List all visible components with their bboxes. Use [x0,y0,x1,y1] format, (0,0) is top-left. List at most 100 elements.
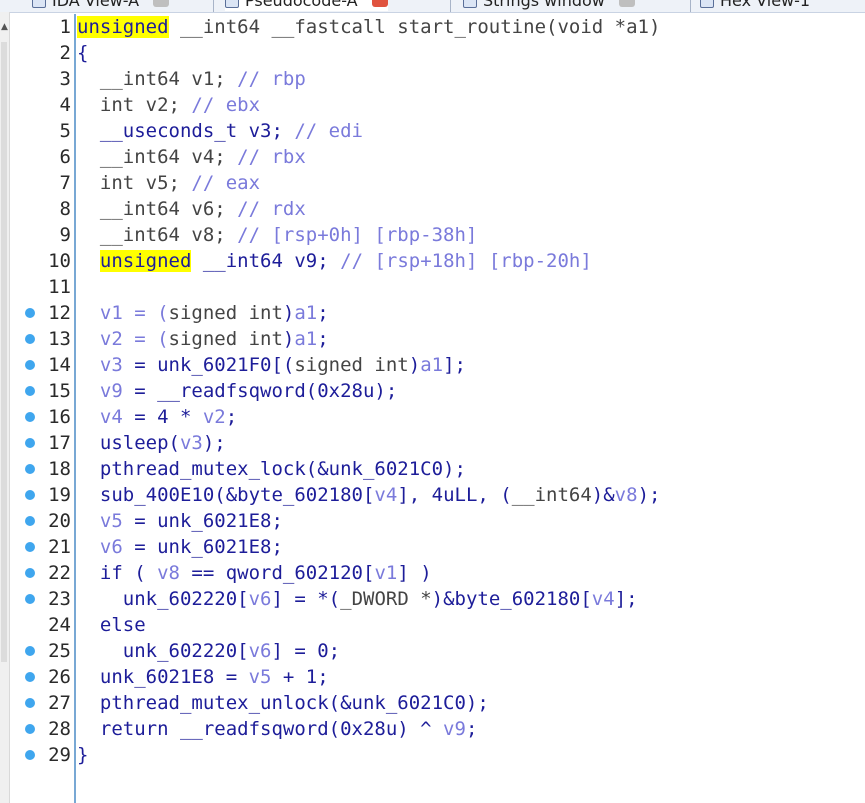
code-token: )&byte_602180[ [431,588,592,610]
code-token: else [77,614,146,636]
code-line[interactable]: 11 [9,274,865,300]
tab-label: Pseudocode-A [245,0,358,10]
line-number: 19 [48,484,71,506]
code-line[interactable]: 4 int v2; // ebx [9,92,865,118]
scroll-thumb[interactable] [1,42,7,662]
line-number: 25 [48,640,71,662]
code-line[interactable]: 27 pthread_mutex_unlock(&unk_6021C0); [9,690,865,716]
tab-ida-view-a[interactable]: IDA View-A [32,0,170,11]
code-text: v9 = __readfsqword(0x28u); [77,378,397,404]
code-line[interactable]: 17 usleep(v3); [9,430,865,456]
code-token: __int64 v6; [77,198,238,220]
tab-separator [450,0,451,12]
line-number: 14 [48,354,71,376]
code-text: pthread_mutex_lock(&unk_6021C0); [77,456,466,482]
line-number: 2 [59,42,71,64]
line-number: 6 [59,146,71,168]
code-line[interactable]: 2{ [9,40,865,66]
tab-label: Strings window [483,0,605,10]
tab-close-icon[interactable] [153,0,170,7]
code-line[interactable]: 28 return __readfsqword(0x28u) ^ v9; [9,716,865,742]
code-token: v9 [443,718,466,740]
code-token: unsigned [99,250,192,272]
code-token: v4 [591,588,615,610]
code-line[interactable]: 26 unk_6021E8 = v5 + 1; [9,664,865,690]
line-number: 1 [59,16,71,38]
code-text: unk_602220[v6] = 0; [77,638,340,664]
code-token: v6 [248,588,272,610]
code-token: v6 [248,640,272,662]
code-token: v1 = ( [77,302,169,324]
code-text: } [77,742,88,768]
code-text: unk_602220[v6] = *(_DWORD *)&byte_602180… [77,586,638,612]
code-token: __int64 v4; [77,146,238,168]
line-number: 7 [59,172,71,194]
code-line[interactable]: 9 __int64 v8; // [rsp+0h] [rbp-38h] [9,222,865,248]
code-text: sub_400E10(&byte_602180[v4], 4uLL, (__in… [77,482,661,508]
code-line[interactable]: 24 else [9,612,865,638]
tab-view-icon [225,0,239,8]
code-text: __int64 v6; // rdx [77,196,306,222]
tab-hex-view-1[interactable]: Hex View-1 [700,0,810,11]
tab-label: Hex View-1 [720,0,811,10]
code-line[interactable]: 1 unsigned __int64 __fastcall start_routi… [9,14,865,40]
code-token: } [77,744,89,766]
code-line[interactable]: 20 v5 = unk_6021E8; [9,508,865,534]
tab-view-icon [463,0,477,8]
code-token: ; [317,302,329,324]
tab-strings-window[interactable]: Strings window [463,0,635,11]
code-token: = __readfsqword(0x28u); [122,380,398,402]
line-number: 23 [48,588,71,610]
code-line[interactable]: 18 pthread_mutex_lock(&unk_6021C0); [9,456,865,482]
tab-close-icon[interactable] [371,0,388,7]
code-token: v2 [202,406,226,428]
code-line[interactable]: 10 unsigned __int64 v9; // [rsp+18h] [rb… [9,248,865,274]
code-token: v8 [614,484,638,506]
code-line[interactable]: 5 __useconds_t v3; // edi [9,118,865,144]
tab-pseudocode-a[interactable]: Pseudocode-A [225,0,388,11]
code-line[interactable]: 8 __int64 v6; // rdx [9,196,865,222]
code-token: // rbp [237,68,306,90]
code-line[interactable]: 3 __int64 v1; // rbp [9,66,865,92]
line-number: 8 [59,198,71,220]
code-token: = 4 * [122,406,203,428]
code-text: __int64 v8; // [rsp+0h] [rbp-38h] [77,222,478,248]
code-text: { [77,40,88,66]
code-text: __int64 v4; // rbx [77,144,306,170]
code-line[interactable]: 23 unk_602220[v6] = *(_DWORD *)&byte_602… [9,586,865,612]
tab-separator [213,0,214,12]
code-line[interactable]: 21 v6 = unk_6021E8; [9,534,865,560]
code-line[interactable]: 14 v3 = unk_6021F0[(signed int)a1]; [9,352,865,378]
line-number: 22 [48,562,71,584]
line-number: 29 [48,744,71,766]
code-line[interactable]: 6 __int64 v4; // rbx [9,144,865,170]
pseudocode-view[interactable]: 1 unsigned __int64 __fastcall start_routi… [9,14,865,803]
code-line[interactable]: 15 v9 = __readfsqword(0x28u); [9,378,865,404]
tab-close-icon[interactable] [618,0,635,7]
code-line[interactable]: 29} [9,742,865,768]
code-text: int v5; // eax [77,170,260,196]
line-number: 24 [48,614,71,636]
code-token: ; [317,328,329,350]
code-token: ; [465,718,478,740]
code-token: sub_400E10(&byte_602180[ [77,484,375,506]
code-token: ) [282,328,295,350]
code-line[interactable]: 16 v4 = 4 * v2; [9,404,865,430]
code-line[interactable]: 13 v2 = (signed int)a1; [9,326,865,352]
code-token: v1 [374,562,398,584]
code-text: v6 = unk_6021E8; [77,534,283,560]
scroll-up-icon[interactable]: ▲ [1,22,8,32]
code-token: __useconds_t v3; [77,120,295,142]
line-number: 13 [48,328,71,350]
code-token: = unk_6021E8; [122,510,283,532]
code-line[interactable]: 19 sub_400E10(&byte_602180[v4], 4uLL, (_… [9,482,865,508]
code-line[interactable]: 22 if ( v8 == qword_602120[v1] ) [9,560,865,586]
code-text: v2 = (signed int)a1; [77,326,329,352]
code-line[interactable]: 25 unk_602220[v6] = 0; [9,638,865,664]
code-token: __int64 __fastcall start_routine(void *a… [168,16,661,38]
code-token: v3 [77,354,123,376]
code-token: ) [408,354,421,376]
tab-view-icon [32,0,46,8]
code-line[interactable]: 12 v1 = (signed int)a1; [9,300,865,326]
code-line[interactable]: 7 int v5; // eax [9,170,865,196]
